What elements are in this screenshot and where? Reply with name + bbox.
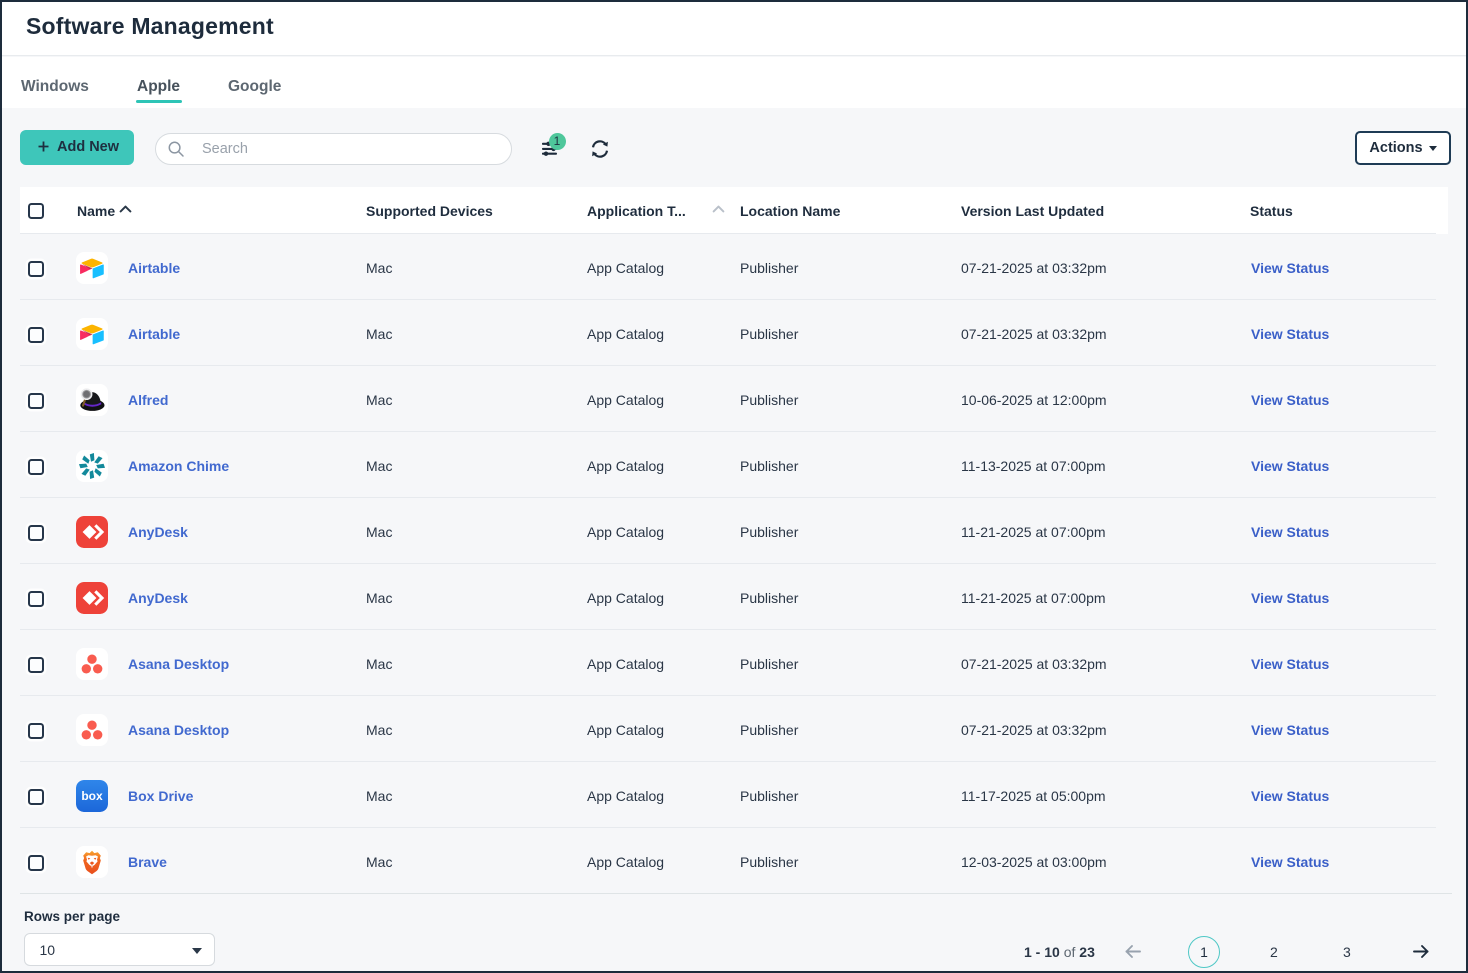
svg-text:box: box — [81, 789, 103, 803]
